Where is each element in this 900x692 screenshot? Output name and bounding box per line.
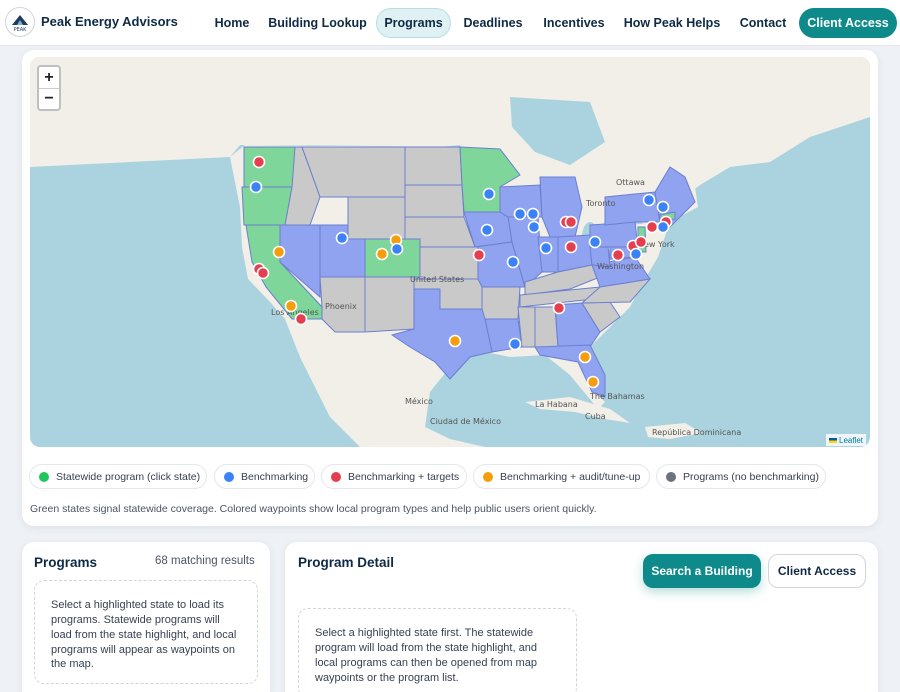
legend-no-benchmarking[interactable]: Programs (no benchmarking) bbox=[656, 464, 826, 489]
label-toronto: Toronto bbox=[585, 199, 616, 208]
legend-dot-no-benchmarking bbox=[666, 471, 676, 482]
programs-empty-state: Select a highlighted state to load its p… bbox=[34, 580, 258, 684]
waypoint-benchmarking[interactable] bbox=[508, 337, 522, 351]
label-republica-dominicana: República Dominicana bbox=[652, 428, 741, 437]
legend-label: Benchmarking + audit/tune-up bbox=[500, 470, 641, 483]
nav-how-peak-helps[interactable]: How Peak Helps bbox=[620, 8, 724, 38]
label-phoenix: Phoenix bbox=[325, 302, 357, 311]
legend-label: Statewide program (click state) bbox=[56, 470, 201, 483]
waypoint-benchmarking[interactable] bbox=[482, 187, 496, 201]
zoom-out-button[interactable]: − bbox=[39, 88, 59, 109]
waypoint-audit[interactable] bbox=[448, 334, 462, 348]
label-ciudad-de-mexico: Ciudad de México bbox=[430, 416, 501, 426]
waypoint-targets[interactable] bbox=[472, 248, 486, 262]
map-caption: Green states signal statewide coverage. … bbox=[30, 503, 597, 515]
label-mexico: México bbox=[405, 396, 433, 406]
programs-title: Programs bbox=[34, 555, 98, 570]
flag-icon bbox=[829, 437, 837, 443]
waypoint-benchmarking[interactable] bbox=[390, 242, 404, 256]
map-canvas[interactable]: Ottawa Toronto New York Washington Unite… bbox=[30, 57, 870, 447]
nav-contact[interactable]: Contact bbox=[733, 8, 793, 38]
label-washington: Washington bbox=[597, 262, 644, 271]
nav-building-lookup[interactable]: Building Lookup bbox=[266, 8, 369, 38]
legend-dot-audit bbox=[483, 471, 493, 482]
waypoint-targets[interactable] bbox=[252, 155, 266, 169]
label-united-states: United States bbox=[410, 275, 464, 284]
waypoint-audit[interactable] bbox=[375, 247, 389, 261]
label-ottawa: Ottawa bbox=[616, 178, 645, 187]
state-montana[interactable] bbox=[301, 146, 406, 198]
state-arkansas[interactable] bbox=[481, 286, 521, 320]
nav-incentives[interactable]: Incentives bbox=[536, 8, 612, 38]
state-south-dakota[interactable] bbox=[404, 184, 465, 218]
waypoint-benchmarking[interactable] bbox=[506, 255, 520, 269]
state-north-dakota[interactable] bbox=[404, 146, 463, 186]
legend-benchmarking[interactable]: Benchmarking bbox=[214, 464, 315, 489]
waypoint-targets[interactable] bbox=[611, 248, 625, 262]
waypoint-benchmarking[interactable] bbox=[642, 193, 656, 207]
label-cuba: Cuba bbox=[585, 412, 606, 421]
waypoint-targets[interactable] bbox=[634, 235, 648, 249]
legend-label: Benchmarking bbox=[241, 470, 309, 483]
legend-dot-benchmarking bbox=[224, 471, 234, 482]
zoom-control: + − bbox=[37, 65, 61, 111]
waypoint-audit[interactable] bbox=[284, 299, 298, 313]
client-access-nav-button[interactable]: Client Access bbox=[799, 8, 897, 38]
program-detail-empty-state: Select a highlighted state first. The st… bbox=[298, 608, 577, 692]
nav-programs[interactable]: Programs bbox=[376, 8, 451, 38]
search-building-button[interactable]: Search a Building bbox=[643, 554, 761, 588]
waypoint-targets[interactable] bbox=[564, 240, 578, 254]
waypoint-benchmarking[interactable] bbox=[656, 220, 670, 234]
waypoint-benchmarking[interactable] bbox=[656, 200, 670, 214]
waypoint-benchmarking[interactable] bbox=[539, 241, 553, 255]
state-new-mexico[interactable] bbox=[364, 276, 415, 333]
logo-text: PEAK bbox=[14, 27, 28, 33]
attribution-link[interactable]: Leaflet bbox=[839, 436, 863, 445]
program-detail-title: Program Detail bbox=[298, 555, 395, 570]
waypoint-targets[interactable] bbox=[645, 220, 659, 234]
state-wyoming[interactable] bbox=[347, 196, 406, 240]
waypoint-benchmarking[interactable] bbox=[527, 220, 541, 234]
zoom-in-button[interactable]: + bbox=[39, 67, 59, 88]
waypoint-benchmarking[interactable] bbox=[249, 180, 263, 194]
waypoint-benchmarking[interactable] bbox=[526, 207, 540, 221]
logo[interactable]: PEAK bbox=[5, 7, 35, 37]
legend-label: Programs (no benchmarking) bbox=[683, 470, 819, 483]
waypoint-targets[interactable] bbox=[256, 266, 270, 280]
brand-name[interactable]: Peak Energy Advisors bbox=[41, 14, 178, 29]
legend-statewide[interactable]: Statewide program (click state) bbox=[29, 464, 207, 489]
label-bahamas: The Bahamas bbox=[589, 392, 645, 401]
legend-dot-targets bbox=[331, 471, 341, 482]
state-alabama[interactable] bbox=[534, 306, 559, 348]
state-michigan[interactable] bbox=[539, 176, 583, 238]
waypoint-targets[interactable] bbox=[552, 301, 566, 315]
map-attribution[interactable]: Leaflet bbox=[826, 434, 867, 446]
waypoint-benchmarking[interactable] bbox=[588, 235, 602, 249]
waypoint-audit[interactable] bbox=[578, 350, 592, 364]
legend-audit[interactable]: Benchmarking + audit/tune-up bbox=[473, 464, 650, 489]
legend-label: Benchmarking + targets bbox=[348, 470, 460, 483]
top-navigation: PEAK Peak Energy Advisors Home Building … bbox=[0, 0, 900, 46]
program-map[interactable]: Ottawa Toronto New York Washington Unite… bbox=[30, 57, 870, 447]
waypoint-benchmarking[interactable] bbox=[335, 231, 349, 245]
results-count: 68 matching results bbox=[155, 555, 255, 567]
waypoint-benchmarking[interactable] bbox=[629, 247, 643, 261]
client-access-button[interactable]: Client Access bbox=[768, 554, 866, 588]
legend-targets[interactable]: Benchmarking + targets bbox=[321, 464, 467, 489]
waypoint-audit[interactable] bbox=[586, 375, 600, 389]
mountain-icon: PEAK bbox=[12, 15, 28, 33]
nav-home[interactable]: Home bbox=[207, 8, 257, 38]
nav-deadlines[interactable]: Deadlines bbox=[458, 8, 528, 38]
waypoint-targets[interactable] bbox=[294, 312, 308, 326]
waypoint-targets[interactable] bbox=[564, 215, 578, 229]
waypoint-benchmarking[interactable] bbox=[480, 223, 494, 237]
waypoint-audit[interactable] bbox=[272, 245, 286, 259]
legend-dot-statewide bbox=[39, 471, 49, 482]
waypoint-benchmarking[interactable] bbox=[513, 207, 527, 221]
label-la-habana: La Habana bbox=[535, 400, 578, 409]
